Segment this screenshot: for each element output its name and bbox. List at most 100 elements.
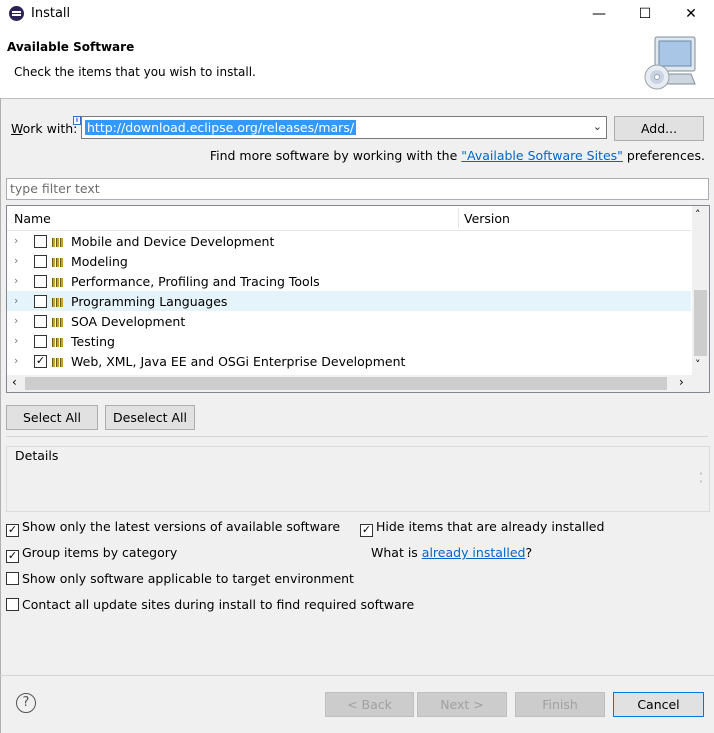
expand-chevron-icon[interactable]: › xyxy=(14,334,18,347)
deselect-all-button[interactable]: Deselect All xyxy=(105,405,195,430)
tree-row[interactable]: › Modeling xyxy=(7,251,691,271)
minimize-button[interactable]: — xyxy=(576,0,622,28)
option-label: Group items by category xyxy=(22,545,178,560)
work-with-value: http://download.eclipse.org/releases/mar… xyxy=(85,120,357,135)
tree-row[interactable]: › ✓ Web, XML, Java EE and OSGi Enterprise … xyxy=(7,351,691,371)
option-label: Show only the latest versions of availab… xyxy=(22,519,341,534)
column-name[interactable]: Name xyxy=(14,211,51,226)
option-label: Hide items that are already installed xyxy=(376,519,605,534)
latest-versions-option[interactable]: ✓ Show only the latest versions of availa… xyxy=(6,519,340,537)
expand-chevron-icon[interactable]: › xyxy=(14,354,18,367)
close-button[interactable]: ✕ xyxy=(668,0,714,28)
details-group: Details ˄ ˅ xyxy=(6,446,710,512)
cancel-button[interactable]: Cancel xyxy=(613,692,704,717)
scroll-down-icon[interactable]: ˅ xyxy=(695,358,701,371)
eclipse-icon xyxy=(9,6,24,21)
tree-row[interactable]: › Testing xyxy=(7,331,691,351)
title-bar: Install — ☐ ✕ xyxy=(0,0,714,28)
horizontal-scrollbar[interactable]: ‹ › xyxy=(7,375,709,392)
row-name: Programming Languages xyxy=(71,294,228,309)
row-checkbox[interactable] xyxy=(34,255,47,268)
work-with-combo[interactable]: http://download.eclipse.org/releases/mar… xyxy=(81,116,607,139)
vertical-scrollbar[interactable]: ˄ ˅ xyxy=(692,206,709,376)
checkbox[interactable] xyxy=(6,572,19,585)
chevron-down-icon[interactable]: ⌄ xyxy=(593,120,602,133)
row-name: Mobile and Device Development xyxy=(71,234,275,249)
already-installed-link[interactable]: already installed xyxy=(422,545,526,560)
find-more-suffix: preferences. xyxy=(622,148,705,163)
select-all-label: Select All xyxy=(22,410,82,425)
wizard-header: Available Software Check the items that … xyxy=(0,28,714,99)
tree-row[interactable]: › SOA Development xyxy=(7,311,691,331)
select-all-button[interactable]: Select All xyxy=(6,405,98,430)
separator xyxy=(0,675,714,676)
available-sites-link[interactable]: "Available Software Sites" xyxy=(461,148,623,163)
deselect-all-label: Deselect All xyxy=(113,410,187,425)
scroll-thumb[interactable] xyxy=(694,290,707,356)
what-is-text: What is already installed? xyxy=(371,545,532,560)
tree-row[interactable]: › Performance, Profiling and Tracing Tool… xyxy=(7,271,691,291)
category-icon xyxy=(52,336,66,347)
tree-row[interactable]: › Mobile and Device Development xyxy=(7,231,691,251)
row-checkbox[interactable] xyxy=(34,275,47,288)
tree-header: Name Version xyxy=(7,206,691,231)
hide-installed-option[interactable]: ✓ Hide items that are already installed xyxy=(360,519,604,537)
filter-input[interactable]: type filter text xyxy=(6,178,709,200)
separator xyxy=(6,436,708,437)
expand-chevron-icon[interactable]: › xyxy=(14,254,18,267)
hscroll-thumb[interactable] xyxy=(25,377,667,390)
row-name: Modeling xyxy=(71,254,128,269)
find-more-text: Find more software by working with the "… xyxy=(210,148,705,163)
row-checkbox[interactable] xyxy=(34,315,47,328)
help-icon[interactable]: ? xyxy=(16,693,36,713)
add-button[interactable]: Add... xyxy=(614,116,704,141)
row-name: Testing xyxy=(71,334,115,349)
checkbox[interactable] xyxy=(6,598,19,611)
frame-edge xyxy=(0,98,1,733)
page-title: Available Software xyxy=(7,40,135,54)
page-subtitle: Check the items that you wish to install… xyxy=(14,65,256,79)
row-name: Web, XML, Java EE and OSGi Enterprise De… xyxy=(71,354,406,369)
category-icon xyxy=(52,356,66,367)
contact-sites-option[interactable]: Contact all update sites during install … xyxy=(6,597,414,612)
install-software-icon xyxy=(644,36,696,90)
next-button[interactable]: Next > xyxy=(417,692,507,717)
category-icon xyxy=(52,256,66,267)
spinner-icon[interactable]: ˄ ˅ xyxy=(699,473,703,489)
scroll-up-icon[interactable]: ˄ xyxy=(695,208,701,221)
what-is-suffix: ? xyxy=(525,545,533,560)
category-icon xyxy=(52,236,66,247)
maximize-button[interactable]: ☐ xyxy=(622,0,668,28)
target-environment-option[interactable]: Show only software applicable to target … xyxy=(6,571,354,586)
scroll-left-icon[interactable]: ‹ xyxy=(12,375,17,389)
category-icon xyxy=(52,316,66,327)
column-version[interactable]: Version xyxy=(464,211,510,226)
software-tree[interactable]: Name Version › Mobile and Device Developm… xyxy=(6,205,710,393)
expand-chevron-icon[interactable]: › xyxy=(14,234,18,247)
info-icon: i xyxy=(73,116,81,125)
row-checkbox[interactable] xyxy=(34,235,47,248)
expand-chevron-icon[interactable]: › xyxy=(14,274,18,287)
expand-chevron-icon[interactable]: › xyxy=(14,314,18,327)
window-title: Install xyxy=(31,6,71,21)
work-with-label: Work with: xyxy=(11,121,78,136)
option-label: Show only software applicable to target … xyxy=(22,571,354,586)
option-label: Contact all update sites during install … xyxy=(22,597,415,612)
row-name: SOA Development xyxy=(71,314,186,329)
row-checkbox[interactable] xyxy=(34,295,47,308)
column-divider[interactable] xyxy=(458,208,459,228)
row-name: Performance, Profiling and Tracing Tools xyxy=(71,274,320,289)
scroll-right-icon[interactable]: › xyxy=(679,375,684,389)
group-by-category-option[interactable]: ✓ Group items by category xyxy=(6,545,177,563)
row-checkbox[interactable] xyxy=(34,335,47,348)
tree-row[interactable]: › Programming Languages xyxy=(7,291,691,311)
checkbox[interactable]: ✓ xyxy=(6,524,19,537)
checkbox[interactable]: ✓ xyxy=(360,524,373,537)
category-icon xyxy=(52,276,66,287)
finish-button[interactable]: Finish xyxy=(515,692,605,717)
expand-chevron-icon[interactable]: › xyxy=(14,294,18,307)
work-with-label-rest: ork with: xyxy=(22,121,78,136)
checkbox[interactable]: ✓ xyxy=(6,550,19,563)
row-checkbox[interactable]: ✓ xyxy=(34,355,47,368)
back-button[interactable]: < Back xyxy=(325,692,414,717)
